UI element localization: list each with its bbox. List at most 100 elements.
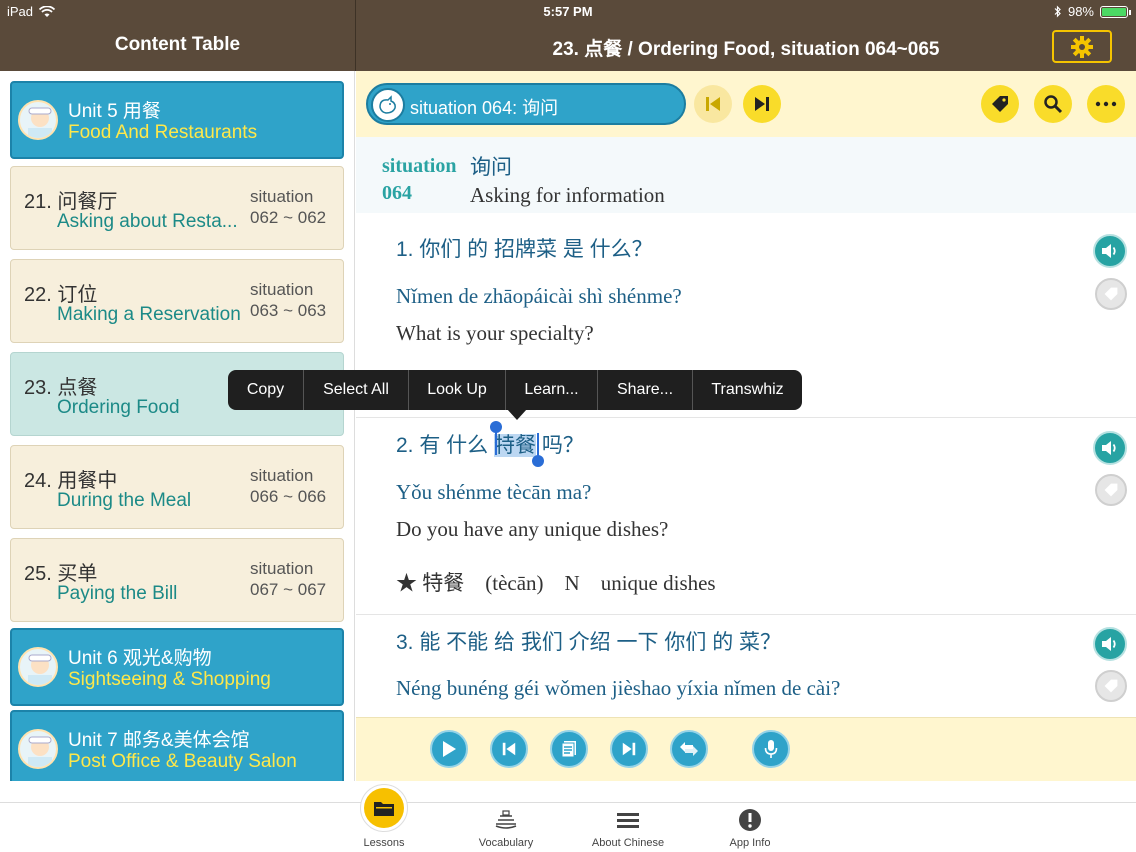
bookmark-button[interactable] [981, 85, 1019, 123]
menu-copy[interactable]: Copy [228, 370, 304, 410]
unit-en: Sightseeing & Shopping [68, 669, 271, 690]
sentence-3-audio-button[interactable] [1093, 627, 1127, 661]
battery-icon [1100, 5, 1131, 18]
menu-look-up[interactable]: Look Up [409, 370, 506, 410]
next-situation-button[interactable] [743, 85, 781, 123]
settings-button[interactable] [1052, 30, 1112, 63]
sentence-1-audio-button[interactable] [1093, 234, 1127, 268]
folder-icon [374, 802, 394, 816]
chef-avatar-icon [18, 100, 58, 140]
sentence-1-cn[interactable]: 1. 你们 的 招牌菜 是 什么？ [396, 233, 653, 263]
record-button[interactable] [752, 730, 790, 768]
selection-start-handle[interactable] [490, 421, 502, 455]
skip-forward-icon [755, 97, 769, 111]
unit-cn: Unit 6 观光&购物 [68, 648, 212, 669]
chef-avatar-icon [18, 729, 58, 769]
content-table-title: Content Table [114, 34, 241, 55]
lesson-en: Ordering Food [57, 397, 180, 418]
lessons-tab-icon-button[interactable] [360, 784, 408, 832]
top-bar: iPad 5:57 PM 98% Content Table 23. 点餐 / … [0, 0, 1136, 71]
sidebar-unit-7[interactable]: Unit 7 邮务&美体会馆 Post Office & Beauty Salo… [10, 710, 344, 781]
sentence-2-bookmark-button[interactable] [1095, 474, 1127, 506]
menu-share[interactable]: Share... [598, 370, 693, 410]
vocabulary-icon [491, 807, 521, 833]
menu-transwhiz[interactable]: Transwhiz [693, 370, 802, 410]
sentence-3-pinyin[interactable]: Néng bunéng géi wǒmen jièshao yíxia nǐme… [396, 676, 840, 701]
lesson-situation-label: situation [250, 559, 314, 578]
status-bar: iPad 5:57 PM 98% [0, 0, 1136, 22]
tab-about-chinese[interactable]: About Chinese [578, 803, 678, 852]
lesson-content: situation 064 询问 Asking for information … [356, 137, 1136, 717]
sidebar: Unit 5 用餐 Food And Restaurants 21. 问餐厅 A… [0, 71, 355, 781]
situation-en: Asking for information [470, 183, 665, 207]
gear-icon [1071, 35, 1093, 58]
sentence-1-bookmark-button[interactable] [1095, 278, 1127, 310]
tab-label: Lessons [363, 837, 405, 849]
transcript-button[interactable] [550, 730, 588, 768]
lesson-cn: 22. 订位 [24, 284, 98, 306]
lesson-situation-range: 066 ~ 066 [250, 487, 327, 506]
lesson-cn: 25. 买单 [24, 563, 98, 585]
repeat-icon [680, 742, 698, 756]
situation-selector[interactable]: situation 064: 询问 [366, 83, 686, 125]
sentence-3-cn[interactable]: 3. 能 不能 给 我们 介绍 一下 你们 的 菜？ [396, 626, 781, 656]
lesson-en: During the Meal [57, 490, 192, 511]
sentence-2-pinyin[interactable]: Yǒu shénme tècān ma? [396, 480, 591, 505]
sentence-1-en[interactable]: What is your specialty? [396, 321, 594, 346]
previous-situation-button[interactable] [694, 85, 732, 123]
sentence-2-en[interactable]: Do you have any unique dishes? [396, 517, 668, 542]
sidebar-unit-5[interactable]: Unit 5 用餐 Food And Restaurants [10, 81, 344, 159]
selected-text[interactable]: 特餐 [494, 434, 537, 457]
sidebar-unit-6[interactable]: Unit 6 观光&购物 Sightseeing & Shopping [10, 628, 344, 706]
page-title: 23. 点餐 / Ordering Food, situation 064~06… [552, 39, 940, 60]
tab-app-info[interactable]: App Info [700, 803, 800, 852]
lesson-situation-range: 063 ~ 063 [250, 301, 327, 320]
context-menu-arrow [507, 409, 527, 420]
bluetooth-icon [1054, 5, 1061, 18]
tab-label: App Info [729, 837, 771, 849]
selection-end-handle[interactable] [532, 433, 544, 467]
sentence-3-bookmark-button[interactable] [1095, 670, 1127, 702]
lesson-en: Making a Reservation [57, 304, 241, 325]
next-sentence-button[interactable] [610, 730, 648, 768]
lesson-24[interactable]: 24. 用餐中 During the Meal situation 066 ~ … [10, 445, 344, 529]
skip-back-icon [502, 742, 516, 756]
player-bar [356, 717, 1136, 781]
situation-cn: 询问 [470, 156, 512, 179]
sentence-divider [356, 614, 1136, 615]
sentence-2-audio-button[interactable] [1093, 431, 1127, 465]
sentence-1-pinyin[interactable]: Nǐmen de zhāopáicài shì shénme? [396, 284, 682, 309]
lesson-cn: 23. 点餐 [24, 377, 98, 399]
menu-learn[interactable]: Learn... [506, 370, 598, 410]
lesson-22[interactable]: 22. 订位 Making a Reservation situation 06… [10, 259, 344, 343]
menu-select-all[interactable]: Select All [304, 370, 409, 410]
vocab-entry[interactable]: ★ 特餐 (tècān) N unique dishes [396, 567, 716, 597]
document-icon [561, 741, 576, 758]
repeat-button[interactable] [670, 730, 708, 768]
battery-percent: 98% [1067, 4, 1094, 19]
play-button[interactable] [430, 730, 468, 768]
unit-en: Post Office & Beauty Salon [68, 751, 297, 772]
speaker-icon [1102, 244, 1116, 258]
previous-sentence-button[interactable] [490, 730, 528, 768]
tab-vocabulary[interactable]: Vocabulary [456, 803, 556, 852]
more-button[interactable] [1087, 85, 1125, 123]
tag-icon [992, 96, 1008, 112]
situation-number: 064 [382, 182, 412, 204]
lesson-situation-label: situation [250, 466, 314, 485]
status-time: 5:57 PM [543, 4, 593, 19]
unit-en: Food And Restaurants [68, 122, 258, 143]
sentence-2-cn-after: 吗？ [536, 434, 584, 457]
sentence-2-cn-before: 2. 有 什么 [396, 434, 495, 457]
lesson-25[interactable]: 25. 买单 Paying the Bill situation 067 ~ 0… [10, 538, 344, 622]
tab-bar: Lessons Vocabulary About Chinese App Inf… [0, 802, 1136, 852]
skip-forward-icon [622, 742, 636, 756]
lesson-situation-range: 067 ~ 067 [250, 580, 327, 599]
bird-icon [371, 88, 405, 122]
sentence-2-cn[interactable]: 2. 有 什么 特餐 吗？ [396, 429, 584, 459]
lesson-situation-label: situation [250, 280, 314, 299]
lesson-cn: 21. 问餐厅 [24, 191, 118, 213]
lesson-21[interactable]: 21. 问餐厅 Asking about Resta... situation … [10, 166, 344, 250]
unit-cn: Unit 5 用餐 [68, 101, 161, 122]
search-button[interactable] [1034, 85, 1072, 123]
